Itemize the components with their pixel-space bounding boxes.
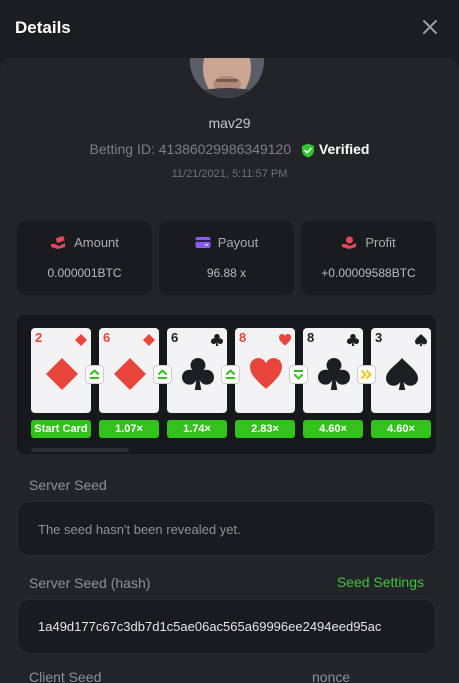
- card-multiplier: 4.60×: [371, 420, 431, 438]
- stat-amount-label: Amount: [74, 235, 119, 250]
- server-seed-value: The seed hasn't been revealed yet.: [38, 522, 241, 537]
- higher-or-same-icon: [158, 369, 167, 379]
- playing-card: 2: [31, 328, 91, 413]
- card-multiplier: 1.74×: [167, 420, 227, 438]
- card-history-strip[interactable]: 2 Start Card 6 1.07× 6 1.74× 8 2.83× 8 4.60× 3 4.60…: [17, 315, 436, 454]
- card-multiplier: Start Card: [31, 420, 91, 438]
- playing-card: 3: [371, 328, 431, 413]
- username: mav29: [208, 115, 251, 131]
- stat-profit: Profit +0.00009588BTC: [301, 221, 436, 295]
- heart-suit-icon: [250, 358, 282, 389]
- nonce-label: nonce: [312, 669, 351, 683]
- modal-title: Details: [15, 18, 71, 37]
- club-suit-icon: [211, 334, 223, 346]
- server-seed-hash-value[interactable]: 1a49d177c67c3db7d1c5ae06ac565a69996ee249…: [38, 619, 418, 634]
- club-suit-icon: [347, 334, 359, 346]
- skip-card-icon: [361, 370, 372, 379]
- card-rank: 2: [35, 330, 43, 345]
- diamond-suit-icon: [114, 358, 146, 390]
- stat-payout-value: 96.88 x: [206, 266, 247, 280]
- stat-profit-label: Profit: [365, 235, 396, 250]
- stat-profit-value: +0.00009588BTC: [321, 266, 416, 280]
- profit-hand-icon: [342, 236, 357, 249]
- club-suit-icon: [182, 358, 214, 390]
- modal-header: Details: [0, 0, 459, 58]
- stat-payout: Payout 96.88 x: [159, 221, 294, 295]
- client-seed-label: Client Seed: [29, 669, 102, 683]
- guess-indicator: [85, 365, 104, 384]
- higher-or-same-icon: [90, 369, 99, 379]
- betting-id-line: Betting ID: 41386029986349120 Verified: [0, 141, 459, 158]
- playing-card: 8: [303, 328, 363, 413]
- close-icon[interactable]: [421, 18, 439, 36]
- spade-suit-icon: [386, 358, 418, 390]
- stat-payout-label: Payout: [217, 235, 259, 250]
- playing-card: 6: [167, 328, 227, 413]
- playing-card: 8: [235, 328, 295, 413]
- heart-suit-icon: [279, 334, 291, 346]
- stat-amount: Amount 0.000001BTC: [17, 221, 152, 295]
- lower-or-same-icon: [294, 370, 303, 380]
- details-panel: mav29 Betting ID: 41386029986349120 Veri…: [0, 58, 459, 683]
- guess-indicator: [221, 365, 240, 384]
- playing-card: 6: [99, 328, 159, 413]
- spade-suit-icon: [415, 334, 427, 346]
- guess-indicator: [153, 365, 172, 384]
- guess-indicator: [357, 365, 376, 384]
- server-seed-label: Server Seed: [29, 477, 107, 493]
- diamond-suit-icon: [46, 358, 78, 390]
- stat-amount-value: 0.000001BTC: [47, 266, 122, 280]
- verified-shield-icon: [302, 143, 315, 158]
- money-hand-icon: [51, 236, 66, 249]
- card-strip-scrollbar[interactable]: [31, 448, 129, 452]
- server-seed-hash-field[interactable]: 1a49d177c67c3db7d1c5ae06ac565a69996ee249…: [17, 599, 436, 654]
- card-multiplier: 2.83×: [235, 420, 295, 438]
- avatar: [190, 58, 264, 98]
- server-seed-hash-label: Server Seed (hash): [29, 575, 151, 591]
- card-multiplier: 4.60×: [303, 420, 363, 438]
- diamond-suit-icon: [75, 334, 87, 346]
- bet-datetime: 11/21/2021, 5:11:57 PM: [171, 168, 288, 180]
- server-seed-field: The seed hasn't been revealed yet.: [17, 501, 436, 556]
- higher-or-same-icon: [226, 369, 235, 379]
- card-rank: 8: [307, 330, 315, 345]
- verified-label: Verified: [318, 141, 370, 157]
- card-rank: 8: [239, 330, 247, 345]
- stats-row: Amount 0.000001BTC Payout 96.88 x Profit: [17, 221, 436, 295]
- wallet-icon: [195, 237, 211, 248]
- club-suit-icon: [318, 358, 350, 390]
- card-rank: 3: [375, 330, 383, 345]
- seed-settings-link[interactable]: Seed Settings: [337, 574, 424, 590]
- betting-id-value: 41386029986349120: [158, 141, 292, 157]
- card-multiplier: 1.07×: [99, 420, 159, 438]
- betting-id-label: Betting ID:: [89, 141, 155, 157]
- diamond-suit-icon: [143, 334, 155, 346]
- guess-indicator: [289, 365, 308, 384]
- card-rank: 6: [171, 330, 179, 345]
- card-rank: 6: [103, 330, 111, 345]
